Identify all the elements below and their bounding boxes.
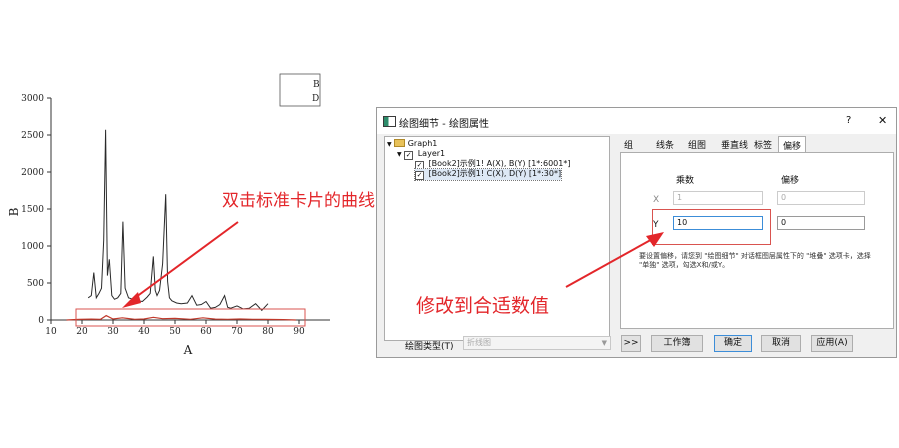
annotation-arrow-1 xyxy=(122,221,239,308)
plot-checkbox[interactable]: ✓ xyxy=(415,171,424,180)
tab-bar: 组 线条 组图 垂直线 标签 偏移 xyxy=(620,136,892,152)
legend-item-d: D xyxy=(312,94,319,104)
y-tick-label: 3000 xyxy=(21,94,44,104)
dialog-title: 绘图细节 - 绘图属性 xyxy=(399,119,489,130)
y-offset-field[interactable]: 0 xyxy=(777,216,865,230)
x-tick-label: 10 xyxy=(45,327,57,337)
x-tick-label: 80 xyxy=(262,327,274,337)
annotation-arrow-2 xyxy=(565,232,664,288)
folder-icon xyxy=(394,139,406,147)
y-axis-title: B xyxy=(7,207,21,216)
x-multiplier-field[interactable]: 1 xyxy=(673,191,763,205)
layer-checkbox[interactable]: ✓ xyxy=(404,151,414,160)
x-tick-label: 30 xyxy=(107,327,119,337)
close-icon[interactable]: ✕ xyxy=(878,114,887,127)
multiplier-header: 乘数 xyxy=(676,176,695,186)
tree-graph-label: Graph1 xyxy=(407,139,438,148)
y-tick-label: 2000 xyxy=(21,168,44,178)
plot-type-label: 绘图类型(T) xyxy=(405,342,454,352)
tree-plot-label: [Book2]示例1! C(X), D(Y) [1*:30*] xyxy=(428,169,562,178)
x-tick-label: 70 xyxy=(231,327,243,337)
offset-header: 偏移 xyxy=(781,176,800,186)
tree-plot-label: [Book2]示例1! A(X), B(Y) [1*:6001*] xyxy=(428,159,571,168)
tab-drop-lines[interactable]: 垂直线 xyxy=(721,138,748,151)
cancel-button[interactable]: 取消 xyxy=(761,335,801,352)
offset-note: 要设置偏移，请您到 "绘图细节" 对话框图层属性下的 "堆叠" 选项卡，选择 "… xyxy=(639,252,871,269)
x-tick-label: 40 xyxy=(138,327,150,337)
tab-plot-group[interactable]: 组图 xyxy=(688,138,706,151)
x-offset-field[interactable]: 0 xyxy=(777,191,865,205)
legend-item-b: B xyxy=(313,80,320,90)
plot-type-value: 折线图 xyxy=(467,338,491,347)
y-tick-label: 1500 xyxy=(21,205,44,215)
apply-button[interactable]: 应用(A) xyxy=(811,335,853,352)
y-tick-label: 2500 xyxy=(21,131,44,141)
y-tick-label: 0 xyxy=(38,316,44,326)
tree-item-plot-cd[interactable]: ✓ [Book2]示例1! C(X), D(Y) [1*:30*] xyxy=(413,168,563,181)
x-tick-label: 90 xyxy=(293,327,305,337)
tab-line[interactable]: 线条 xyxy=(656,138,674,151)
y-tick-label: 1000 xyxy=(21,242,44,252)
x-tick-label: 60 xyxy=(200,327,212,337)
tab-labels[interactable]: 标签 xyxy=(754,138,772,151)
expand-icon[interactable]: ▼ xyxy=(397,151,402,158)
y-tick-label: 500 xyxy=(27,279,44,289)
chevron-down-icon: ▼ xyxy=(601,339,607,347)
x-axis-title: A xyxy=(183,343,193,357)
annotation-double-click: 双击标准卡片的曲线 xyxy=(222,191,375,211)
workbook-button[interactable]: 工作簿 xyxy=(651,335,703,352)
expand-icon[interactable]: ▼ xyxy=(387,141,392,148)
x-tick-label: 20 xyxy=(76,327,88,337)
app-icon xyxy=(383,116,396,127)
tab-offset[interactable]: 偏移 xyxy=(778,136,807,152)
tree-layer-label: Layer1 xyxy=(417,149,446,158)
dialog-titlebar: 绘图细节 - 绘图属性 ? ✕ xyxy=(377,108,896,134)
x-tick-label: 50 xyxy=(169,327,181,337)
x-label: X xyxy=(653,195,660,205)
ok-button[interactable]: 确定 xyxy=(714,335,752,352)
more-button[interactable]: >> xyxy=(621,335,641,352)
help-icon[interactable]: ? xyxy=(846,115,851,126)
annotation-modify-value: 修改到合适数值 xyxy=(416,295,550,317)
tab-group[interactable]: 组 xyxy=(624,138,633,151)
plot-type-select[interactable]: 折线图 ▼ xyxy=(463,336,611,350)
